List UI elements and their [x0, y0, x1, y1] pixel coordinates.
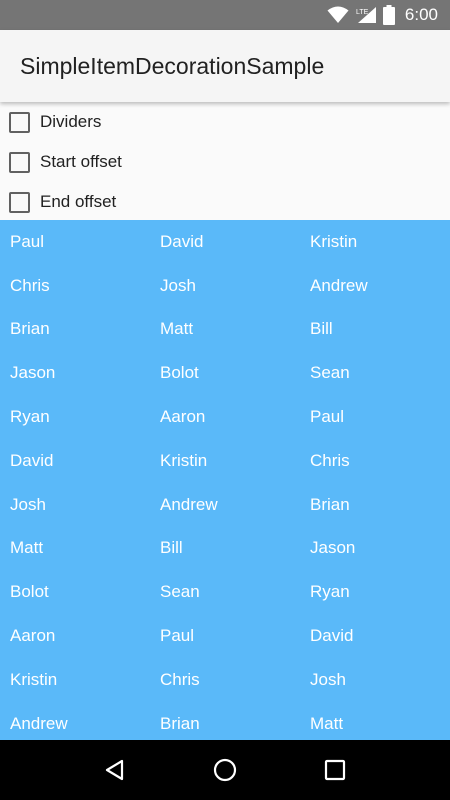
list-item[interactable]: Chris — [150, 658, 300, 702]
list-item[interactable]: Josh — [150, 264, 300, 308]
lte-signal-icon: LTE — [355, 6, 377, 24]
recents-icon — [324, 759, 346, 781]
start-offset-checkbox[interactable] — [9, 151, 30, 173]
list-item[interactable]: Matt — [300, 702, 450, 740]
list-item[interactable]: Bolot — [150, 351, 300, 395]
option-start-offset[interactable]: Start offset — [0, 142, 450, 182]
recents-button[interactable] — [315, 750, 355, 790]
list-item[interactable]: David — [150, 220, 300, 264]
list-item[interactable]: Bill — [300, 308, 450, 352]
app-title: SimpleItemDecorationSample — [20, 52, 325, 79]
dividers-checkbox[interactable] — [9, 111, 30, 133]
list-item[interactable]: Andrew — [300, 264, 450, 308]
list-item[interactable]: Brian — [0, 308, 150, 352]
wifi-icon — [327, 6, 349, 24]
list-item[interactable]: Paul — [300, 395, 450, 439]
list-item[interactable]: Paul — [0, 220, 150, 264]
battery-icon — [382, 5, 395, 25]
list-item[interactable]: Brian — [300, 483, 450, 527]
list-item[interactable]: Matt — [0, 527, 150, 571]
options-panel: Dividers Start offset End offset — [0, 102, 450, 220]
list-item[interactable]: Sean — [300, 351, 450, 395]
list-item[interactable]: Aaron — [0, 614, 150, 658]
list-item[interactable]: Jason — [300, 527, 450, 571]
list-item[interactable]: Chris — [0, 264, 150, 308]
list-item[interactable]: Ryan — [0, 395, 150, 439]
list-item[interactable]: Bolot — [0, 570, 150, 614]
start-offset-label: Start offset — [40, 152, 122, 171]
list-item[interactable]: Paul — [150, 614, 300, 658]
list-item[interactable]: Josh — [300, 658, 450, 702]
list-item[interactable]: David — [300, 614, 450, 658]
list-item[interactable]: Brian — [150, 702, 300, 740]
list-item[interactable]: Chris — [300, 439, 450, 483]
list-item[interactable]: Andrew — [0, 702, 150, 740]
list-item[interactable]: Kristin — [300, 220, 450, 264]
list-item[interactable]: Andrew — [150, 483, 300, 527]
home-icon — [213, 758, 237, 782]
app-bar: SimpleItemDecorationSample — [0, 30, 450, 102]
navigation-bar — [0, 740, 450, 800]
list-item[interactable]: Matt — [150, 308, 300, 352]
back-button[interactable] — [95, 750, 135, 790]
dividers-label: Dividers — [40, 112, 102, 131]
names-grid[interactable]: Paul David Kristin Chris Josh Andrew Brian Matt… — [0, 220, 450, 740]
status-bar: LTE 6:00 — [0, 0, 450, 30]
list-item[interactable]: Kristin — [150, 439, 300, 483]
status-time: 6:00 — [404, 5, 438, 24]
home-button[interactable] — [205, 750, 245, 790]
list-item[interactable]: Ryan — [300, 570, 450, 614]
network-label: LTE — [356, 9, 369, 16]
list-item[interactable]: Josh — [0, 483, 150, 527]
list-item[interactable]: Aaron — [150, 395, 300, 439]
end-offset-label: End offset — [40, 192, 117, 211]
list-item[interactable]: Jason — [0, 351, 150, 395]
list-item[interactable]: David — [0, 439, 150, 483]
option-end-offset[interactable]: End offset — [0, 182, 450, 222]
list-item[interactable]: Bill — [150, 527, 300, 571]
list-item[interactable]: Sean — [150, 570, 300, 614]
back-icon — [105, 759, 124, 781]
option-dividers[interactable]: Dividers — [0, 102, 450, 142]
end-offset-checkbox[interactable] — [9, 191, 30, 213]
list-item[interactable]: Kristin — [0, 658, 150, 702]
